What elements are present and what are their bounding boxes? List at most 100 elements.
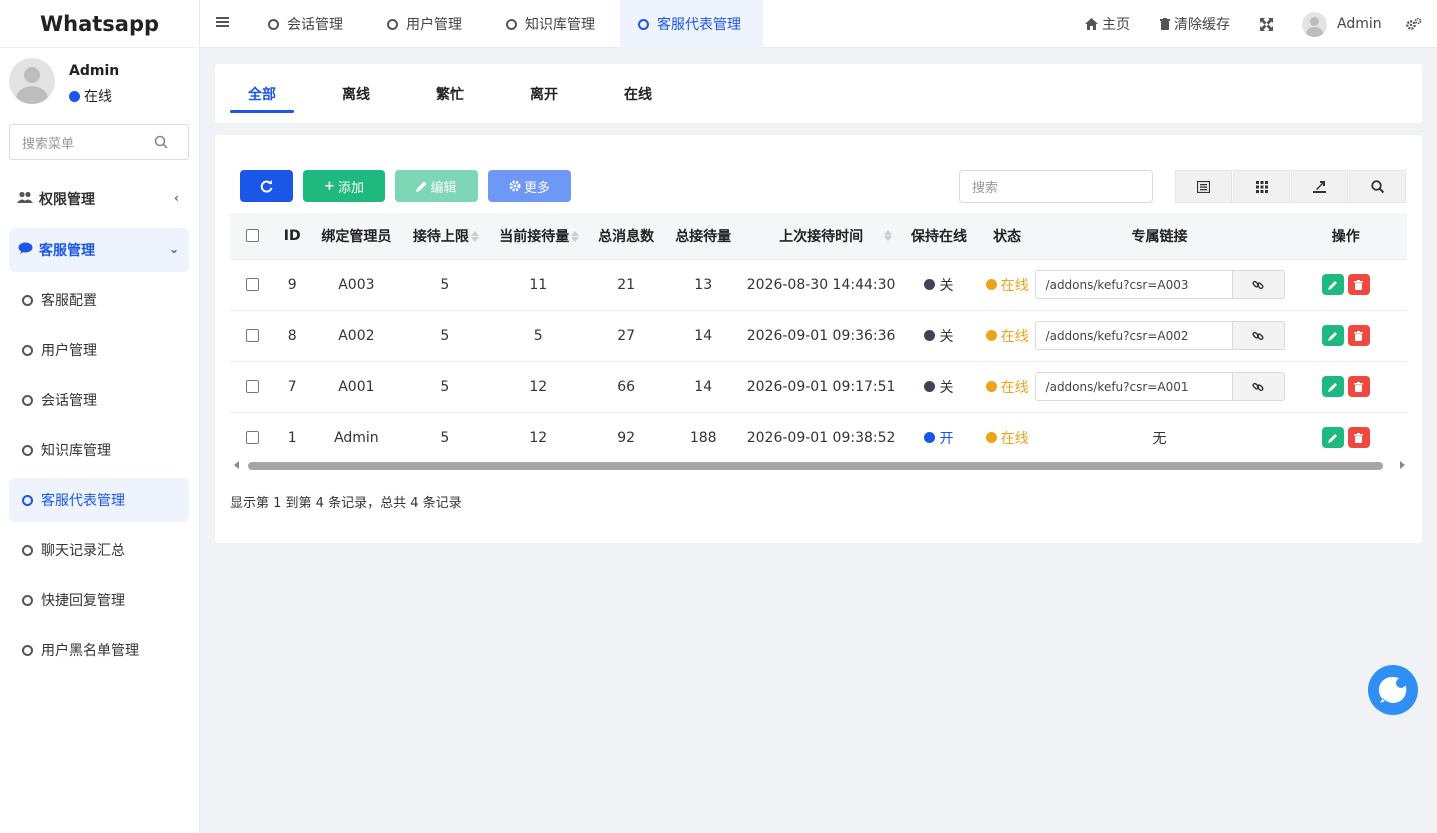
open-link-button[interactable]	[1232, 270, 1285, 299]
sidebar-item-users[interactable]: 用户管理	[9, 328, 189, 372]
menu-toggle-icon[interactable]	[216, 15, 230, 29]
sidebar-group-service[interactable]: 客服管理 ⌄	[9, 228, 189, 272]
row-select-cell	[230, 360, 275, 412]
link-field[interactable]: /addons/kefu?csr=A003	[1034, 270, 1233, 299]
columns-button[interactable]	[1233, 170, 1290, 203]
more-button[interactable]: 更多	[488, 170, 571, 202]
col-admin[interactable]: 绑定管理员	[309, 213, 404, 259]
row-edit-button[interactable]	[1321, 274, 1344, 295]
cell-messages: 92	[589, 411, 663, 463]
link-icon	[1252, 331, 1264, 340]
col-current[interactable]: 当前接待量	[486, 213, 590, 259]
col-id[interactable]: ID	[274, 213, 310, 259]
search-icon	[154, 135, 168, 149]
row-edit-button[interactable]	[1321, 427, 1344, 449]
status-tab-online[interactable]: 在线	[606, 64, 670, 123]
col-messages[interactable]: 总消息数	[589, 213, 663, 259]
toggle-view-button[interactable]	[1175, 170, 1232, 203]
col-status[interactable]: 状态	[979, 213, 1035, 259]
row-checkbox[interactable]	[245, 278, 259, 291]
sidebar-item-label: 快捷回复管理	[41, 593, 125, 609]
status-dot-icon	[985, 381, 997, 392]
row-delete-button[interactable]	[1347, 376, 1370, 397]
row-delete-button[interactable]	[1347, 427, 1370, 449]
open-link-button[interactable]	[1232, 321, 1285, 350]
status-tab-busy[interactable]: 繁忙	[418, 64, 482, 123]
cell-total: 14	[662, 309, 744, 361]
menu-search-input[interactable]: 搜索菜单	[9, 124, 189, 160]
link-field[interactable]: /addons/kefu?csr=A001	[1034, 372, 1233, 401]
col-label: 当前接待量	[499, 228, 570, 245]
pencil-icon	[1327, 280, 1337, 290]
scrollbar-thumb[interactable]	[248, 462, 1383, 470]
sidebar-item-chat-logs[interactable]: 聊天记录汇总	[9, 528, 189, 572]
circle-icon	[506, 18, 517, 30]
sidebar-item-service-config[interactable]: 客服配置	[9, 278, 189, 322]
status-tab-offline[interactable]: 离线	[324, 64, 388, 123]
row-checkbox[interactable]	[245, 431, 259, 445]
advanced-search-button[interactable]	[1349, 170, 1406, 203]
col-label: 接待上限	[412, 228, 469, 245]
col-label: 上次接待时间	[779, 228, 864, 245]
trash-icon	[1354, 432, 1364, 443]
tab-label: 知识库管理	[525, 17, 595, 33]
chat-fab-button[interactable]	[1368, 665, 1418, 715]
cell-link: /addons/kefu?csr=A001	[1034, 360, 1285, 412]
chevron-left-icon: ‹	[174, 191, 179, 205]
cell-keep-online[interactable]: 关	[898, 309, 980, 361]
home-link[interactable]: 主页	[1085, 0, 1130, 48]
row-checkbox[interactable]	[245, 380, 259, 393]
tab-agents[interactable]: 客服代表管理	[620, 0, 763, 48]
col-link[interactable]: 专属链接	[1034, 213, 1285, 259]
sidebar-item-label: 聊天记录汇总	[41, 543, 125, 559]
scroll-left-icon[interactable]	[234, 461, 239, 469]
clear-cache-button[interactable]: 清除缓存	[1160, 0, 1230, 48]
row-edit-button[interactable]	[1321, 376, 1344, 397]
row-edit-button[interactable]	[1321, 325, 1344, 346]
link-field[interactable]: /addons/kefu?csr=A002	[1034, 321, 1233, 350]
add-label: 添加	[337, 180, 364, 196]
col-limit[interactable]: 接待上限	[403, 213, 487, 259]
add-button[interactable]: + 添加	[303, 170, 385, 202]
tab-sessions[interactable]: 会话管理	[250, 0, 363, 48]
tab-users[interactable]: 用户管理	[369, 0, 482, 48]
link-icon	[1252, 280, 1264, 289]
table-horizontal-scrollbar[interactable]	[232, 461, 1407, 471]
settings-button[interactable]	[1406, 0, 1422, 48]
avatar	[1302, 11, 1327, 37]
cell-limit: 5	[403, 360, 487, 412]
refresh-button[interactable]	[240, 170, 293, 202]
sidebar-group-permissions[interactable]: 权限管理 ‹	[9, 177, 189, 221]
col-last-time[interactable]: 上次接待时间	[743, 213, 899, 259]
app-logo[interactable]: Whatsapp	[0, 0, 199, 48]
cell-status: 在线	[979, 360, 1035, 412]
sidebar-item-sessions[interactable]: 会话管理	[9, 378, 189, 422]
sidebar-item-quick-replies[interactable]: 快捷回复管理	[9, 578, 189, 622]
col-total[interactable]: 总接待量	[662, 213, 744, 259]
fullscreen-button[interactable]	[1260, 0, 1273, 48]
cell-last-time: 2026-09-01 09:36:36	[743, 309, 899, 361]
col-keep-online[interactable]: 保持在线	[898, 213, 980, 259]
row-select-cell	[230, 309, 275, 361]
pencil-icon	[416, 181, 427, 192]
sidebar-item-blacklist[interactable]: 用户黑名单管理	[9, 628, 189, 672]
edit-button[interactable]: 编辑	[395, 170, 478, 202]
sidebar-item-agents[interactable]: 客服代表管理	[9, 478, 189, 522]
select-all-checkbox[interactable]	[245, 229, 259, 243]
row-checkbox[interactable]	[245, 329, 259, 342]
sidebar-item-knowledge[interactable]: 知识库管理	[9, 428, 189, 472]
cell-keep-online[interactable]: 关	[898, 360, 980, 412]
row-delete-button[interactable]	[1347, 274, 1370, 295]
row-delete-button[interactable]	[1347, 325, 1370, 346]
status-tab-away[interactable]: 离开	[512, 64, 576, 123]
table-search-input[interactable]: 搜索	[959, 170, 1153, 203]
status-tab-all[interactable]: 全部	[230, 64, 294, 123]
cell-keep-online[interactable]: 关	[898, 258, 980, 310]
export-button[interactable]	[1291, 170, 1348, 203]
tab-knowledge[interactable]: 知识库管理	[488, 0, 615, 48]
scroll-right-icon[interactable]	[1400, 461, 1405, 469]
cell-keep-online[interactable]: 开	[898, 411, 980, 463]
user-menu[interactable]: Admin	[1302, 0, 1382, 48]
status-dot-icon	[985, 432, 997, 444]
open-link-button[interactable]	[1232, 372, 1285, 401]
